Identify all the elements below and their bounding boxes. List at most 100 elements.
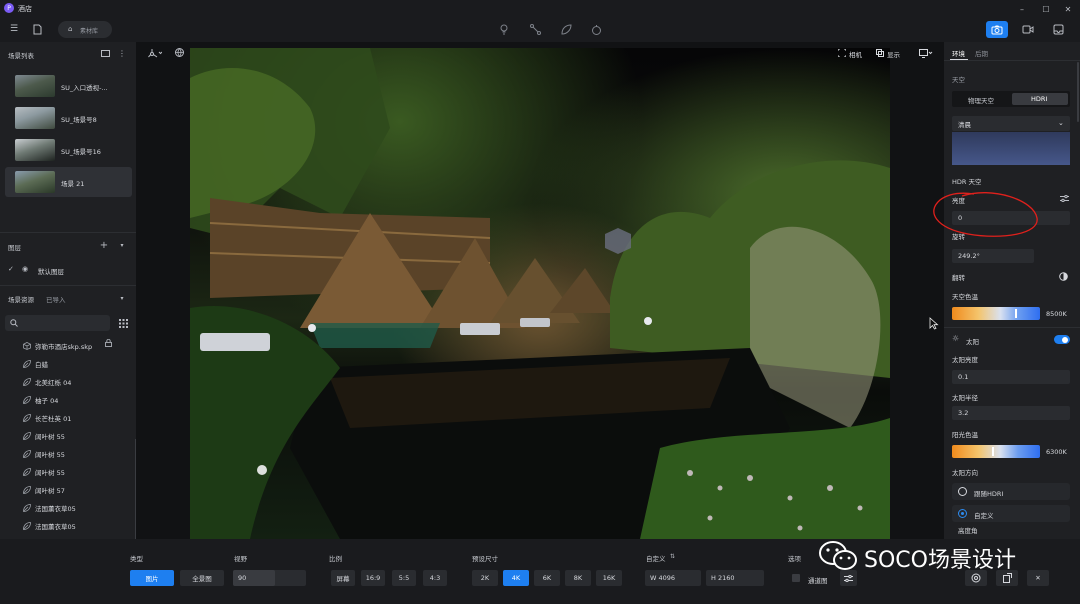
check-icon[interactable]: ✓ [8,265,14,273]
sky-mode-hdri-label: HDRI [1031,95,1048,103]
sun-toggle[interactable] [1054,335,1070,344]
file-icon[interactable] [31,23,43,35]
type-panorama-button[interactable]: 全景图 [180,570,224,586]
tab-post-processing[interactable]: 后期 [975,48,988,58]
transform-gizmo-icon[interactable] [146,46,164,60]
render-viewport[interactable]: 相机 显示 [136,42,944,539]
scene-item[interactable]: SU_场景号16 [5,135,132,165]
maximize-icon[interactable]: ☐ [1040,3,1052,15]
radio-button-selected[interactable] [958,509,967,518]
leaf-icon [22,503,31,512]
menu-icon[interactable]: ☰ [8,23,20,35]
minimize-icon[interactable]: – [1016,3,1028,15]
sky-temp-label: 天空色温 [952,293,978,301]
asset-list-item[interactable]: 法国薰衣草05 [18,517,128,534]
sky-temp-slider[interactable] [952,307,1040,320]
ratio-5-5-button[interactable]: 5:5 [392,570,416,586]
radio-button[interactable] [958,487,967,496]
wechat-logo-icon [819,541,857,570]
asset-list-item[interactable]: 法国薰衣草05 [18,499,128,516]
preset-2k-button[interactable]: 2K [472,570,498,586]
preset-6k-button[interactable]: 6K [534,570,560,586]
asset-label: 长芒杜英 01 [35,415,72,423]
add-layer-icon[interactable]: + [99,240,109,251]
hdr-sky-title: HDR 天空 [952,178,982,186]
sun-brightness-input[interactable]: 0.1 [952,370,1070,384]
rotation-input[interactable]: 249.2° [952,249,1034,263]
scene-item-selected[interactable]: 场景 21 [5,167,132,197]
materials-library-button[interactable]: ⌂ 素材库 [58,21,112,38]
preset-16k-button[interactable]: 16K [596,570,622,586]
grid-view-icon[interactable] [116,317,130,329]
asset-label: 柚子 04 [35,397,59,405]
height-input[interactable]: H 2160 [706,570,764,586]
scene-label: 场景 21 [61,180,85,188]
channel-checkbox[interactable] [792,574,800,582]
asset-list-item[interactable]: 长芒杜英 01 [18,409,128,426]
camera-menu-button[interactable]: 相机 [838,46,872,60]
custom-direction-option[interactable]: 自定义 [952,505,1070,522]
assets-imported-tab[interactable]: 已导入 [46,294,66,304]
default-layer-label[interactable]: 默认图层 [38,266,64,276]
adjust-sliders-icon[interactable] [1058,193,1070,203]
screen-settings-icon[interactable] [916,46,936,60]
sort-icon[interactable]: ⇅ [670,553,675,560]
sunlight-temp-slider[interactable] [952,445,1040,458]
asset-label: 弥勒市酒店skp.skp [35,343,93,351]
sun-radius-input[interactable]: 3.2 [952,406,1070,420]
width-input[interactable]: W 4096 [645,570,701,586]
close-window-icon[interactable]: ✕ [1062,3,1074,15]
video-camera-icon[interactable] [1017,21,1039,38]
render-image-button[interactable] [986,21,1008,38]
ratio-screen-button[interactable]: 屏幕 [331,570,355,586]
follow-hdri-option[interactable]: 跟随HDRI [952,483,1070,500]
asset-list-item[interactable]: 弥勒市酒店skp.skp [18,337,128,354]
asset-label: 阔叶树 55 [35,451,65,459]
eye-icon[interactable]: ◉ [22,265,28,273]
fov-input[interactable]: 90 [233,570,306,586]
scene-thumbnail [15,171,55,193]
leaf-tool-icon[interactable] [560,23,572,35]
ratio-label: 比例 [329,555,342,563]
asset-list-item[interactable]: 阔叶树 55 [18,427,128,444]
sky-mode-hdri[interactable]: HDRI [1012,93,1068,105]
more-options-icon[interactable]: ⋮ [118,49,126,58]
tab-environment[interactable]: 环境 [952,48,965,58]
collapse-icon[interactable]: ▾ [118,294,126,303]
preset-4k-button[interactable]: 4K [503,570,529,586]
ratio-4-3-button[interactable]: 4:3 [423,570,447,586]
hdri-preset-value: 清晨 [958,121,971,129]
rotation-label: 旋转 [952,233,965,241]
divider [944,327,1080,328]
scene-item[interactable]: SU_入口透视-... [5,71,132,101]
globe-icon[interactable] [174,47,184,57]
collapse-icon[interactable]: ▾ [118,241,126,250]
leaf-icon [22,431,31,440]
asset-list-item[interactable]: 北美红栎 04 [18,373,128,390]
sky-mode-physical[interactable]: 物理天空 [954,93,1010,105]
fruit-icon[interactable] [590,23,602,35]
asset-search-input[interactable] [5,315,110,331]
scrollbar[interactable] [1077,62,1079,122]
add-scene-icon[interactable] [100,49,110,58]
scene-item[interactable]: SU_场景号8 [5,103,132,133]
flip-toggle-icon[interactable] [1058,271,1068,281]
slider-knob[interactable] [1015,309,1017,318]
asset-list-item[interactable]: 阔叶树 55 [18,463,128,480]
hdri-preset-select[interactable]: 清晨 ⌄ [952,116,1070,131]
sky-mode-physical-label: 物理天空 [968,97,994,105]
asset-list-item[interactable]: 柚子 04 [18,391,128,408]
light-bulb-icon[interactable] [498,23,510,35]
gallery-icon[interactable] [1047,21,1069,38]
ratio-16-9-button[interactable]: 16:9 [361,570,385,586]
divider [0,232,136,233]
asset-list-item[interactable]: 阔叶树 55 [18,445,128,462]
asset-list-item[interactable]: 阔叶树 57 [18,481,128,498]
preset-8k-button[interactable]: 8K [565,570,591,586]
type-image-button[interactable]: 图片 [130,570,174,586]
slider-knob[interactable] [992,447,994,456]
display-menu-button[interactable]: 显示 [876,46,910,60]
path-nodes-icon[interactable] [529,23,541,35]
asset-list-item[interactable]: 白蜡 [18,355,128,372]
scene-label: SU_场景号16 [61,148,101,156]
